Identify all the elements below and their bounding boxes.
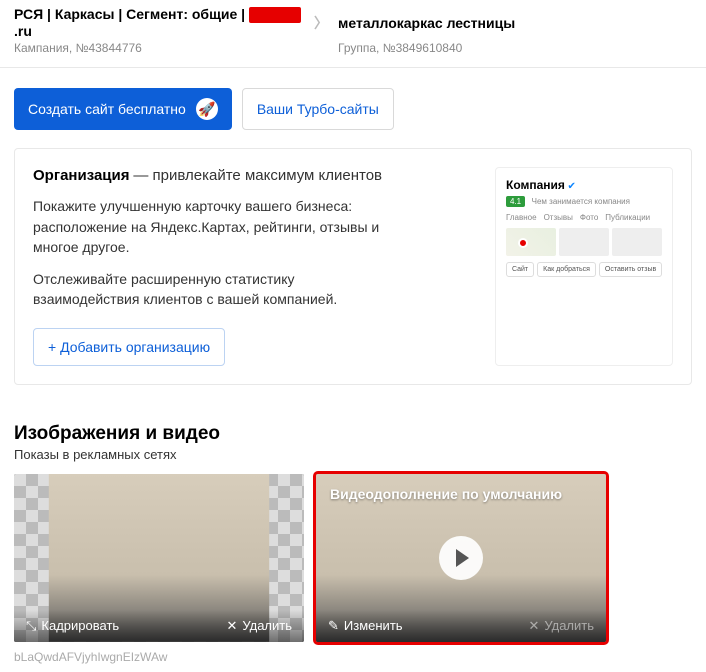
preview-btn: Оставить отзыв bbox=[599, 262, 662, 277]
turbo-sites-button[interactable]: Ваши Турбо-сайты bbox=[242, 88, 394, 130]
add-organization-button[interactable]: + Добавить организацию bbox=[33, 328, 225, 366]
edit-label: Изменить bbox=[344, 618, 403, 633]
preview-tab: Отзывы bbox=[544, 213, 573, 222]
rocket-icon: 🚀 bbox=[196, 98, 218, 120]
preview-btn: Как добраться bbox=[537, 262, 596, 277]
breadcrumb-campaign-id: Кампания, №43844776 bbox=[14, 41, 338, 55]
play-button[interactable] bbox=[439, 536, 483, 580]
breadcrumb-campaign-suffix: .ru bbox=[14, 23, 32, 39]
org-card-text-1: Покажите улучшенную карточку вашего бизн… bbox=[33, 196, 403, 257]
chevron-right-icon: 〉 bbox=[314, 13, 328, 33]
media-image[interactable]: ⤡ Кадрировать ✕ Удалить bbox=[14, 474, 304, 642]
breadcrumb-group[interactable]: металлокаркас лестницы bbox=[338, 15, 515, 31]
crop-icon: ⤡ bbox=[26, 618, 36, 634]
org-preview: Компания ✔ 4.1 Чем занимается компания Г… bbox=[495, 167, 673, 365]
delete-label: Удалить bbox=[544, 618, 594, 633]
image-hash: bLaQwdAFVjyhIwgnEIzWAw bbox=[0, 642, 706, 672]
preview-rating: 4.1 bbox=[506, 196, 525, 207]
preview-photo bbox=[559, 228, 609, 256]
org-card-subtitle: — привлекайте максимум клиентов bbox=[133, 167, 382, 184]
organization-card: Организация — привлекайте максимум клиен… bbox=[14, 148, 692, 384]
media-subheading: Показы в рекламных сетях bbox=[0, 447, 706, 462]
breadcrumb-group-id: Группа, №3849610840 bbox=[338, 41, 462, 55]
preview-company-name: Компания bbox=[506, 178, 565, 192]
create-site-button[interactable]: Создать сайт бесплатно 🚀 bbox=[14, 88, 232, 130]
org-card-title: Организация bbox=[33, 167, 130, 184]
video-default-label: Видеодополнение по умолчанию bbox=[330, 486, 592, 502]
delete-label: Удалить bbox=[242, 618, 292, 633]
media-heading: Изображения и видео bbox=[0, 423, 706, 445]
redacted-domain bbox=[249, 7, 301, 23]
crop-label: Кадрировать bbox=[41, 618, 119, 633]
breadcrumb-campaign-prefix: РСЯ | Каркасы | Сегмент: общие | bbox=[14, 6, 245, 22]
preview-tab: Фото bbox=[580, 213, 598, 222]
preview-tab: Главное bbox=[506, 213, 537, 222]
org-card-text-2: Отслеживайте расширенную статистику взаи… bbox=[33, 269, 403, 310]
verified-icon: ✔ bbox=[567, 181, 575, 192]
edit-video-button[interactable]: ✎ Изменить bbox=[328, 618, 403, 634]
create-site-label: Создать сайт бесплатно bbox=[28, 101, 186, 117]
delete-video-button: ✕ Удалить bbox=[528, 618, 594, 634]
close-icon: ✕ bbox=[528, 618, 539, 634]
preview-tab: Публикации bbox=[605, 213, 650, 222]
delete-image-button[interactable]: ✕ Удалить bbox=[226, 618, 292, 634]
close-icon: ✕ bbox=[226, 618, 237, 634]
preview-map bbox=[506, 228, 556, 256]
preview-btn: Сайт bbox=[506, 262, 534, 277]
preview-desc: Чем занимается компания bbox=[532, 197, 630, 206]
breadcrumb: РСЯ | Каркасы | Сегмент: общие | .ru 〉 м… bbox=[0, 0, 706, 68]
crop-button[interactable]: ⤡ Кадрировать bbox=[26, 618, 119, 634]
media-video[interactable]: Видеодополнение по умолчанию ✎ Изменить … bbox=[316, 474, 606, 642]
breadcrumb-campaign[interactable]: РСЯ | Каркасы | Сегмент: общие | .ru bbox=[14, 6, 304, 39]
preview-photo bbox=[612, 228, 662, 256]
pencil-icon: ✎ bbox=[328, 618, 339, 634]
